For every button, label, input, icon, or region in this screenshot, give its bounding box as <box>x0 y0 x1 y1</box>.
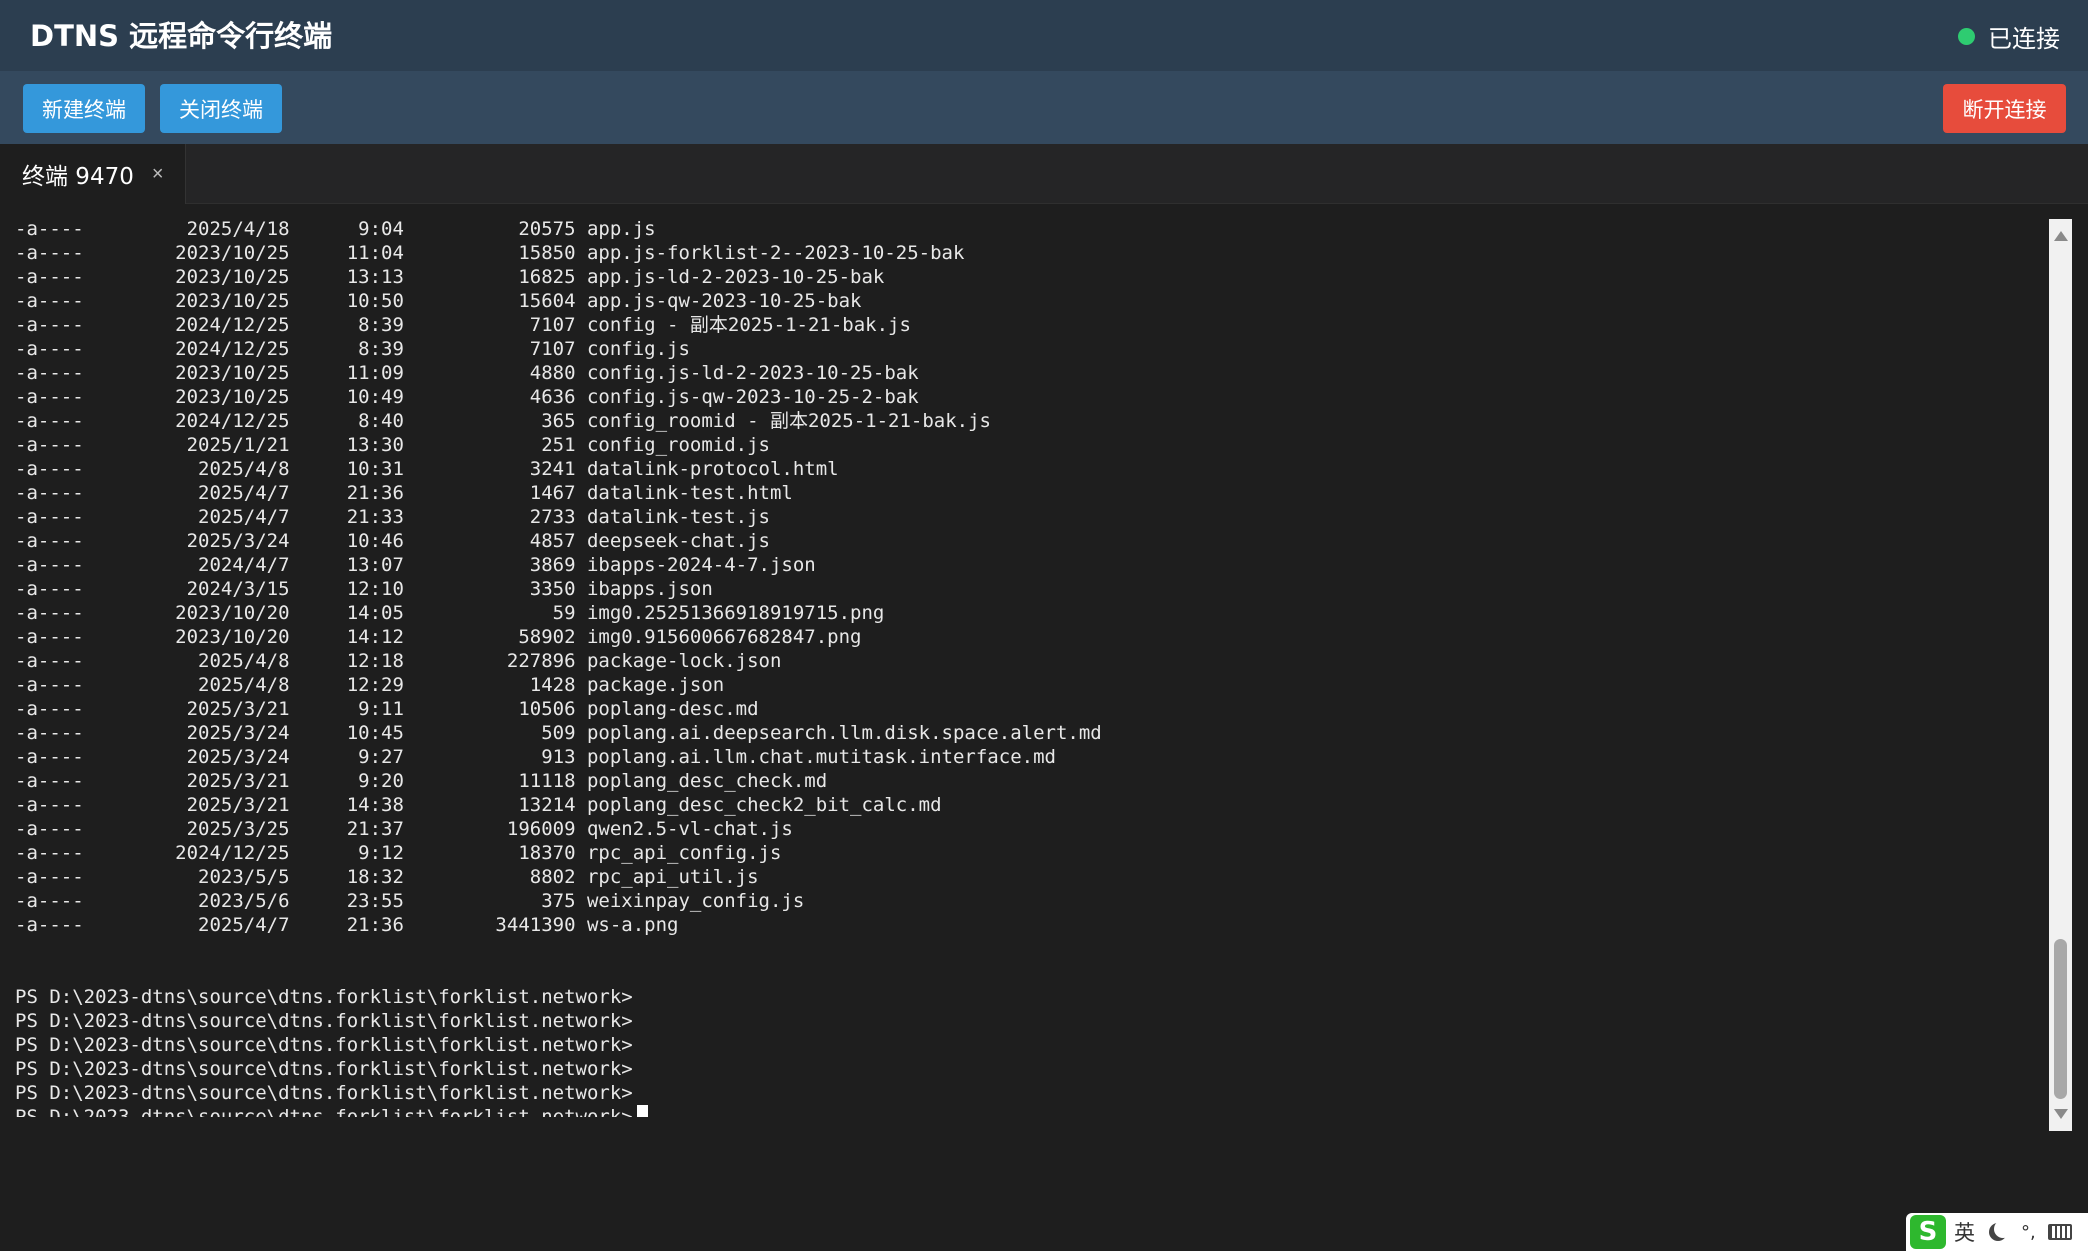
terminal-output[interactable]: -a---- 2025/4/18 9:04 20575 app.js -a----… <box>15 217 2035 1117</box>
terminal-line: -a---- 2023/10/25 10:50 15604 app.js-qw-… <box>15 290 862 312</box>
tab-label: 终端 9470 <box>22 164 134 190</box>
terminal-line: -a---- 2025/3/24 9:27 913 poplang.ai.llm… <box>15 746 1056 768</box>
terminal-line: -a---- 2025/4/8 12:18 227896 package-loc… <box>15 650 782 672</box>
terminal-line: PS D:\2023-dtns\source\dtns.forklist\for… <box>15 1105 2035 1117</box>
terminal-line: -a---- 2023/10/25 13:13 16825 app.js-ld-… <box>15 266 885 288</box>
sogou-logo-icon[interactable]: S <box>1910 1215 1946 1249</box>
terminal-line: -a---- 2025/4/7 21:36 3441390 ws-a.png <box>15 914 679 936</box>
terminal-line: PS D:\2023-dtns\source\dtns.forklist\for… <box>15 986 633 1008</box>
toolbar: 新建终端 关闭终端 断开连接 <box>0 71 2088 144</box>
terminal-app: DTNS 远程命令行终端 已连接 新建终端 关闭终端 断开连接 终端 9470 … <box>0 0 2088 1251</box>
scrollbar-thumb[interactable] <box>2054 939 2067 1099</box>
new-terminal-button[interactable]: 新建终端 <box>23 84 145 133</box>
terminal-tab-bar: 终端 9470 × <box>0 144 2088 204</box>
terminal-line: -a---- 2025/3/21 9:11 10506 poplang-desc… <box>15 698 759 720</box>
terminal-line: -a---- 2025/1/21 13:30 251 config_roomid… <box>15 434 770 456</box>
app-header: DTNS 远程命令行终端 已连接 <box>0 0 2088 71</box>
disconnect-button[interactable]: 断开连接 <box>1943 84 2066 133</box>
close-terminal-button[interactable]: 关闭终端 <box>160 84 282 133</box>
moon-icon[interactable] <box>1994 1220 2012 1238</box>
terminal-line: -a---- 2024/12/25 9:12 18370 rpc_api_con… <box>15 842 782 864</box>
terminal-line: -a---- 2025/3/24 10:45 509 poplang.ai.de… <box>15 722 1102 744</box>
terminal-line: -a---- 2025/4/8 12:29 1428 package.json <box>15 674 725 696</box>
terminal-line: PS D:\2023-dtns\source\dtns.forklist\for… <box>15 1010 633 1032</box>
terminal-line: -a---- 2024/12/25 8:39 7107 config - 副本2… <box>15 314 911 336</box>
terminal-line: -a---- 2023/10/25 10:49 4636 config.js-q… <box>15 386 919 408</box>
scroll-down-arrow-icon[interactable] <box>2054 1109 2068 1119</box>
status-text: 已连接 <box>1988 24 2060 53</box>
ime-toolbar[interactable]: S 英 °, <box>1906 1213 2088 1251</box>
terminal-line: -a---- 2025/3/25 21:37 196009 qwen2.5-vl… <box>15 818 793 840</box>
app-title: DTNS 远程命令行终端 <box>30 19 333 53</box>
terminal-scrollbar[interactable] <box>2049 219 2072 1131</box>
terminal-cursor <box>636 1105 648 1117</box>
terminal-line: -a---- 2024/3/15 12:10 3350 ibapps.json <box>15 578 713 600</box>
terminal-pane[interactable]: -a---- 2025/4/18 9:04 20575 app.js -a----… <box>0 204 2088 1251</box>
punctuation-icon[interactable]: °, <box>2021 1222 2036 1243</box>
terminal-line: -a---- 2023/10/25 11:04 15850 app.js-for… <box>15 242 965 264</box>
terminal-line: -a---- 2023/10/20 14:12 58902 img0.91560… <box>15 626 862 648</box>
terminal-line: -a---- 2023/5/5 18:32 8802 rpc_api_util.… <box>15 866 759 888</box>
terminal-line: PS D:\2023-dtns\source\dtns.forklist\for… <box>15 1034 633 1056</box>
status-dot-icon <box>1958 27 1975 45</box>
terminal-line: -a---- 2023/5/6 23:55 375 weixinpay_conf… <box>15 890 805 912</box>
terminal-line: -a---- 2023/10/20 14:05 59 img0.25251366… <box>15 602 885 624</box>
scroll-up-arrow-icon[interactable] <box>2054 231 2068 241</box>
terminal-line: PS D:\2023-dtns\source\dtns.forklist\for… <box>15 1082 633 1104</box>
terminal-line: -a---- 2025/3/21 9:20 11118 poplang_desc… <box>15 770 828 792</box>
terminal-line: -a---- 2024/12/25 8:39 7107 config.js <box>15 338 690 360</box>
terminal-line: -a---- 2025/4/7 21:36 1467 datalink-test… <box>15 482 793 504</box>
terminal-line: PS D:\2023-dtns\source\dtns.forklist\for… <box>15 1058 633 1080</box>
terminal-line: -a---- 2025/4/8 10:31 3241 datalink-prot… <box>15 458 839 480</box>
terminal-line: -a---- 2024/12/25 8:40 365 config_roomid… <box>15 410 991 432</box>
terminal-line: -a---- 2024/4/7 13:07 3869 ibapps-2024-4… <box>15 554 816 576</box>
keyboard-icon[interactable] <box>2047 1224 2072 1240</box>
close-icon[interactable]: × <box>152 164 164 184</box>
terminal-line: -a---- 2025/3/21 14:38 13214 poplang_des… <box>15 794 942 816</box>
ime-language-toggle[interactable]: 英 <box>1954 1217 1975 1247</box>
terminal-line: -a---- 2025/4/7 21:33 2733 datalink-test… <box>15 506 770 528</box>
terminal-line: -a---- 2025/4/18 9:04 20575 app.js <box>15 218 656 240</box>
terminal-line: -a---- 2025/3/24 10:46 4857 deepseek-cha… <box>15 530 770 552</box>
tab-terminal[interactable]: 终端 9470 × <box>0 144 186 204</box>
terminal-line: -a---- 2023/10/25 11:09 4880 config.js-l… <box>15 362 919 384</box>
connection-status: 已连接 <box>1958 18 2060 54</box>
